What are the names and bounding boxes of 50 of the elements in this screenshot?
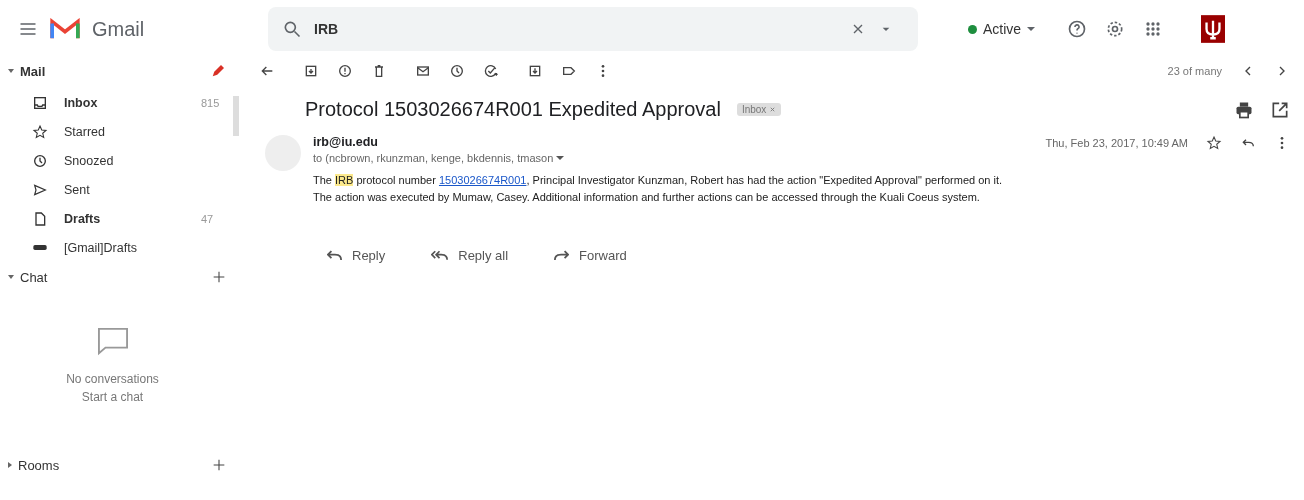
section-title: Mail [20, 63, 47, 79]
clock-icon [32, 152, 48, 169]
email-date: Thu, Feb 23, 2017, 10:49 AM [1045, 137, 1188, 149]
collapse-caret-icon[interactable] [8, 69, 14, 73]
trident-logo-icon[interactable] [1201, 15, 1226, 43]
email-subject: Protocol 1503026674R001 Expedited Approval [305, 98, 721, 121]
spam-icon[interactable] [337, 63, 353, 79]
empty-chat-text: No conversations [66, 372, 159, 386]
collapse-caret-icon[interactable] [8, 275, 14, 279]
plus-icon[interactable] [211, 457, 227, 473]
forward-arrow-icon [554, 250, 570, 261]
clock-icon[interactable] [449, 63, 465, 79]
caret-icon [1027, 27, 1036, 31]
unread-count: 47 [201, 212, 215, 225]
double-reply-arrow-icon [431, 250, 449, 261]
section-title: Chat [20, 269, 49, 285]
envelope-icon[interactable] [415, 63, 431, 79]
folder-item[interactable]: Snoozed [0, 146, 231, 175]
caret-icon [556, 156, 565, 160]
folder-item[interactable]: Drafts 47 [0, 204, 231, 233]
sender-address: irb@iu.edu [313, 135, 379, 149]
label-icon [33, 245, 47, 250]
reply-arrow-icon [327, 250, 342, 261]
app-name: Gmail [92, 17, 145, 41]
pager-text: 23 of many [1167, 65, 1222, 77]
search-icon[interactable] [282, 19, 302, 39]
close-icon[interactable] [769, 106, 777, 113]
start-chat-link[interactable]: Start a chat [81, 390, 144, 404]
help-icon[interactable] [1067, 19, 1088, 39]
unread-count: 815 [201, 96, 221, 109]
star-icon [32, 123, 48, 140]
folder-item[interactable]: Starred [0, 117, 231, 146]
recipient-list[interactable]: to (ncbrown, rkunzman, kenge, bkdennis, tmason [313, 152, 565, 164]
folder-item[interactable]: Sent [0, 175, 231, 204]
folder-item[interactable]: Inbox 815 [0, 88, 231, 117]
star-icon[interactable] [1206, 135, 1222, 151]
section-title: Rooms [18, 457, 61, 473]
plus-icon[interactable] [211, 269, 227, 285]
document-icon [32, 210, 48, 227]
search-field[interactable]: IRB [268, 7, 918, 51]
chat-bubble-icon [95, 326, 130, 356]
logo-icon[interactable] [50, 18, 80, 40]
archive-icon[interactable] [303, 63, 319, 79]
add-task-icon[interactable] [483, 63, 499, 79]
folder-item[interactable]: [Gmail]Drafts [0, 233, 231, 262]
email-body-line: The action was executed by Mumaw, Casey. Additional information and further actions can be accessed through the Kuali Coeus system. [313, 190, 981, 205]
email-body-line: The IRB protocol number 1503026674R001, Principal Investigator Kunzman, Robert has had the action "Expedited Approval" performed on it. [313, 173, 1004, 188]
collapse-caret-icon[interactable] [8, 462, 12, 468]
move-to-icon[interactable] [527, 63, 543, 79]
inbox-icon [32, 94, 48, 111]
